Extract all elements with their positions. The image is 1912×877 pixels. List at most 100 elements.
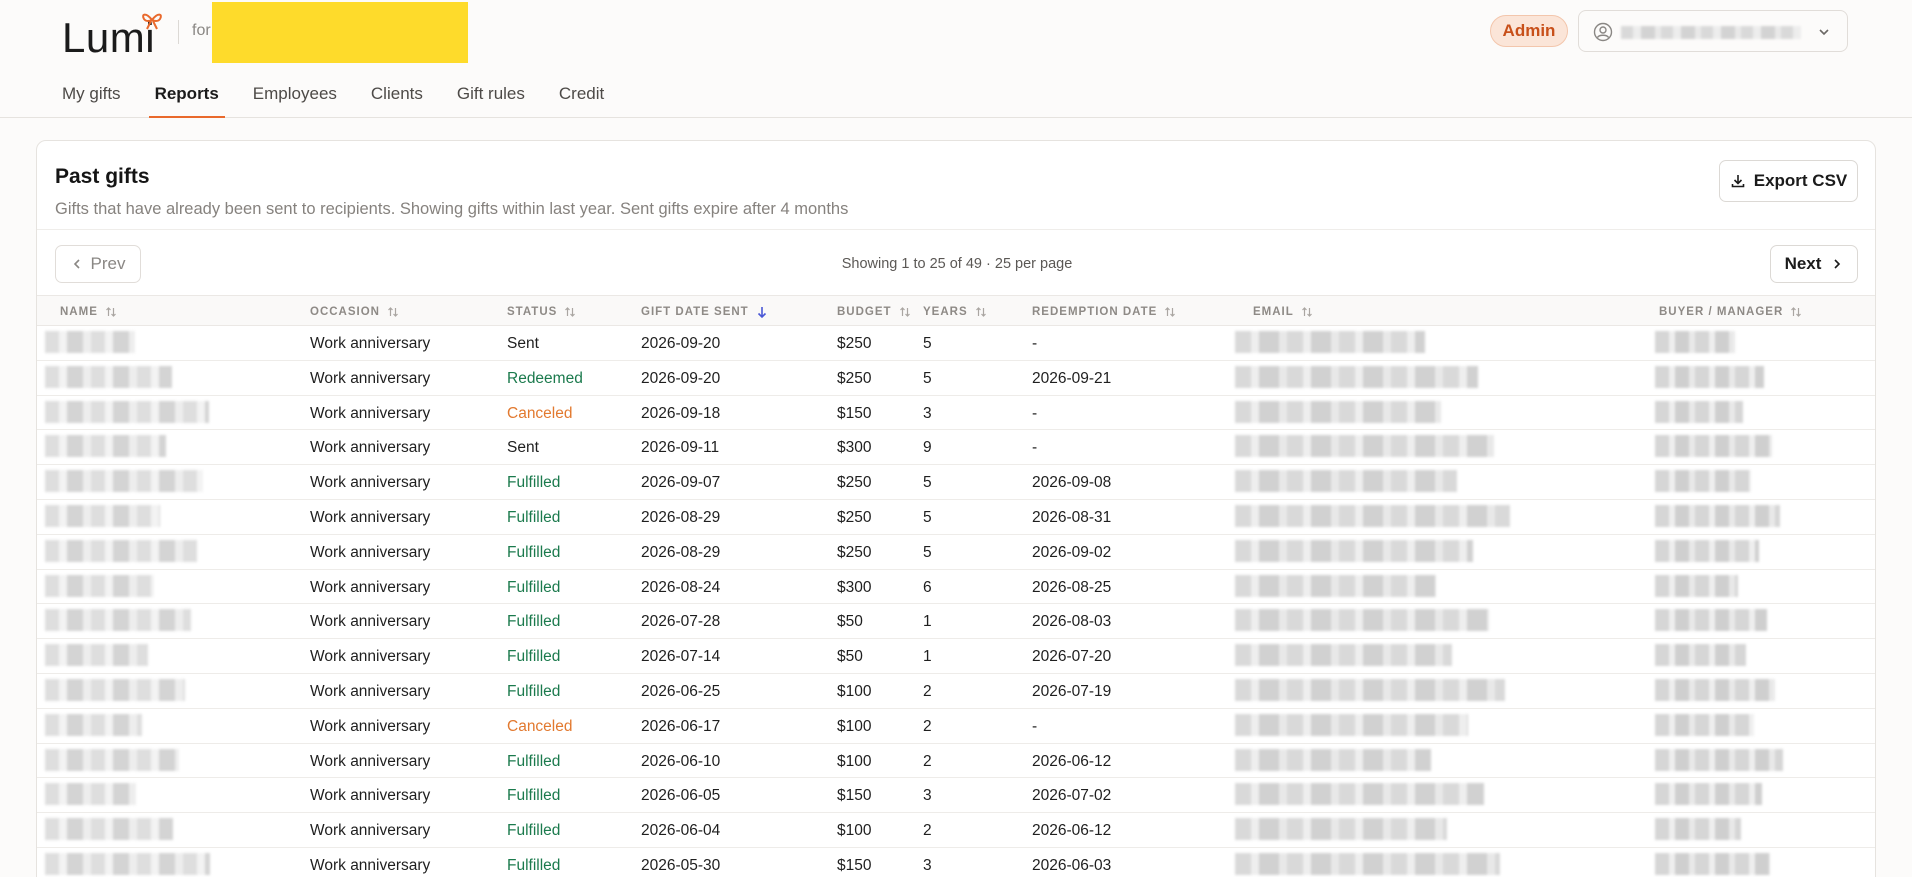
cell-occasion: Work anniversary bbox=[310, 682, 431, 700]
cell-budget: $50 bbox=[837, 613, 863, 631]
cell-occasion: Work anniversary bbox=[310, 335, 431, 352]
cell-redemption-date: 2026-09-02 bbox=[1032, 543, 1112, 561]
table-row[interactable]: Work anniversary Redeemed 2026-09-20 $250 5 2… bbox=[37, 361, 1875, 396]
buyer-redaction bbox=[1655, 748, 1783, 771]
cell-years: 2 bbox=[923, 752, 932, 770]
column-header-years[interactable]: YEARS bbox=[923, 305, 988, 319]
cell-years: 5 bbox=[923, 335, 932, 352]
name-redaction bbox=[45, 818, 173, 841]
next-page-button[interactable]: Next bbox=[1770, 245, 1858, 283]
buyer-redaction bbox=[1655, 818, 1741, 841]
export-csv-button[interactable]: Export CSV bbox=[1719, 160, 1858, 202]
table-row[interactable]: Work anniversary Fulfilled 2026-06-05 $150 3… bbox=[37, 778, 1875, 814]
cell-redemption-date: - bbox=[1032, 439, 1038, 457]
table-row[interactable]: Work anniversary Fulfilled 2026-07-28 $50 1 2… bbox=[37, 604, 1875, 640]
past-gifts-card: Past gifts Gifts that have already been … bbox=[36, 140, 1876, 877]
column-header-redemption-date[interactable]: REDEMPTION DATE bbox=[1032, 305, 1177, 319]
cell-budget: $300 bbox=[837, 578, 872, 596]
logo-divider bbox=[178, 20, 179, 44]
cell-budget: $250 bbox=[837, 508, 872, 526]
pagination-bar: Prev Showing 1 to 25 of 49 · 25 per page… bbox=[37, 229, 1875, 295]
tab-gift-rules[interactable]: Gift rules bbox=[457, 70, 525, 118]
user-circle-icon bbox=[1593, 22, 1613, 42]
name-redaction bbox=[45, 678, 185, 701]
column-header-buyer-manager[interactable]: BUYER / MANAGER bbox=[1659, 305, 1803, 319]
account-name-redaction bbox=[1621, 26, 1801, 39]
email-redaction bbox=[1235, 435, 1494, 458]
cell-status: Sent bbox=[507, 335, 539, 352]
name-redaction bbox=[45, 713, 142, 736]
chevron-right-icon bbox=[1834, 259, 1841, 269]
table-header: NAME OCCASION STATUS GIFT DATE SENT BUDGET YE… bbox=[37, 295, 1875, 326]
for-label: for bbox=[192, 22, 211, 39]
cell-status: Fulfilled bbox=[507, 508, 561, 526]
table-row[interactable]: Work anniversary Fulfilled 2026-08-24 $300 6… bbox=[37, 570, 1875, 605]
table-row[interactable]: Work anniversary Fulfilled 2026-07-14 $50 1 2… bbox=[37, 639, 1875, 674]
cell-status: Fulfilled bbox=[507, 613, 561, 631]
column-header-status[interactable]: STATUS bbox=[507, 305, 577, 319]
cell-occasion: Work anniversary bbox=[310, 752, 431, 770]
tab-my-gifts[interactable]: My gifts bbox=[62, 70, 121, 118]
cell-redemption-date: 2026-06-12 bbox=[1032, 822, 1112, 840]
cell-years: 2 bbox=[923, 682, 932, 700]
table-row[interactable]: Work anniversary Sent 2026-09-11 $300 9 - bbox=[37, 430, 1875, 466]
cell-budget: $100 bbox=[837, 682, 872, 700]
table-row[interactable]: Work anniversary Fulfilled 2026-06-04 $100 2… bbox=[37, 813, 1875, 848]
buyer-redaction bbox=[1655, 504, 1780, 527]
chevron-down-icon bbox=[1819, 29, 1829, 36]
cell-years: 5 bbox=[923, 543, 932, 561]
tab-clients[interactable]: Clients bbox=[371, 70, 423, 118]
column-header-budget[interactable]: BUDGET bbox=[837, 305, 912, 319]
column-header-label: BUDGET bbox=[837, 306, 892, 318]
column-header-occasion[interactable]: OCCASION bbox=[310, 305, 400, 319]
sort-icon bbox=[388, 307, 398, 317]
column-header-name[interactable]: NAME bbox=[60, 305, 118, 319]
buyer-redaction bbox=[1655, 783, 1762, 806]
table-row[interactable]: Work anniversary Fulfilled 2026-05-30 $150 3… bbox=[37, 848, 1875, 877]
email-redaction bbox=[1235, 748, 1431, 771]
cell-budget: $250 bbox=[837, 474, 872, 492]
cell-redemption-date: 2026-08-03 bbox=[1032, 613, 1112, 631]
email-redaction bbox=[1235, 400, 1441, 423]
table-row[interactable]: Work anniversary Fulfilled 2026-06-10 $100 2… bbox=[37, 744, 1875, 779]
sort-icon bbox=[565, 307, 576, 317]
cell-redemption-date: - bbox=[1032, 335, 1038, 352]
sort-icon bbox=[975, 307, 986, 317]
page-subtitle: Gifts that have already been sent to rec… bbox=[55, 200, 849, 218]
tab-credit[interactable]: Credit bbox=[559, 70, 604, 118]
table-row[interactable]: Work anniversary Fulfilled 2026-09-07 $250 5… bbox=[37, 465, 1875, 500]
page-title: Past gifts bbox=[55, 165, 150, 188]
cell-status: Fulfilled bbox=[507, 682, 561, 700]
name-redaction bbox=[45, 852, 210, 875]
tab-reports[interactable]: Reports bbox=[148, 70, 226, 118]
cell-status: Fulfilled bbox=[507, 474, 561, 492]
column-header-email[interactable]: EMAIL bbox=[1253, 305, 1314, 319]
column-header-label: REDEMPTION DATE bbox=[1032, 306, 1158, 318]
cell-budget: $100 bbox=[837, 752, 872, 770]
column-header-gift-date-sent[interactable]: GIFT DATE SENT bbox=[641, 305, 769, 319]
email-redaction bbox=[1235, 574, 1436, 597]
cell-years: 5 bbox=[923, 474, 932, 492]
pagination-info: Showing 1 to 25 of 49 · 25 per page bbox=[841, 256, 1073, 272]
column-header-label: EMAIL bbox=[1253, 306, 1294, 318]
column-header-label: GIFT DATE SENT bbox=[641, 306, 749, 318]
cell-gift-date-sent: 2026-06-04 bbox=[641, 822, 721, 840]
export-csv-label: Export CSV bbox=[1753, 171, 1848, 190]
table-row[interactable]: Work anniversary Fulfilled 2026-06-25 $100 2… bbox=[37, 674, 1875, 709]
column-header-label: NAME bbox=[60, 306, 98, 318]
admin-badge[interactable]: Admin bbox=[1490, 15, 1568, 47]
cell-status: Canceled bbox=[507, 717, 573, 735]
cell-gift-date-sent: 2026-06-10 bbox=[641, 752, 721, 770]
cell-redemption-date: - bbox=[1032, 717, 1038, 735]
tab-employees[interactable]: Employees bbox=[253, 70, 337, 118]
table-row[interactable]: Work anniversary Canceled 2026-06-17 $100 2 - bbox=[37, 709, 1875, 744]
table-row[interactable]: Work anniversary Fulfilled 2026-08-29 $250 5… bbox=[37, 535, 1875, 570]
account-menu[interactable] bbox=[1578, 10, 1848, 52]
table-row[interactable]: Work anniversary Fulfilled 2026-08-29 $250 5… bbox=[37, 500, 1875, 535]
cell-gift-date-sent: 2026-07-28 bbox=[641, 613, 721, 631]
table-row[interactable]: Work anniversary Canceled 2026-09-18 $150 3 - bbox=[37, 396, 1875, 431]
cell-budget: $250 bbox=[837, 543, 872, 561]
buyer-redaction bbox=[1655, 331, 1735, 353]
email-redaction bbox=[1235, 678, 1505, 701]
table-row[interactable]: Work anniversary Sent 2026-09-20 $250 5 - bbox=[37, 326, 1875, 361]
